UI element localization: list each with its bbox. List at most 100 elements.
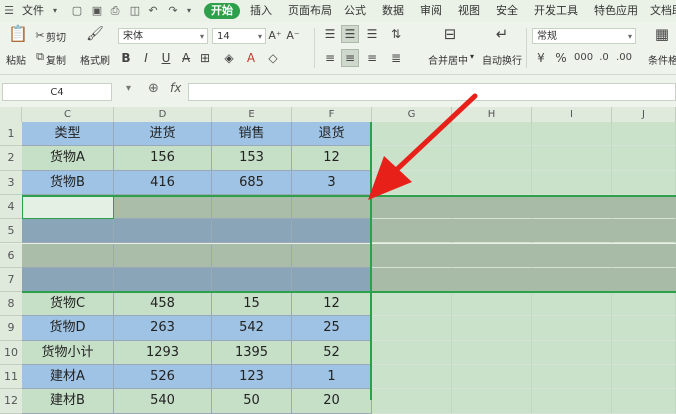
empty-cell[interactable] bbox=[612, 389, 676, 414]
empty-cell[interactable] bbox=[612, 365, 676, 390]
table-cell[interactable]: 货物小计 bbox=[22, 340, 114, 365]
merge-center-button[interactable]: 合并居中 bbox=[428, 52, 468, 67]
underline-button[interactable]: U bbox=[160, 50, 172, 66]
empty-cell[interactable] bbox=[612, 170, 676, 195]
row-header[interactable]: 4 bbox=[0, 194, 22, 220]
empty-cell[interactable] bbox=[532, 389, 612, 414]
tab-security[interactable]: 安全 bbox=[496, 3, 518, 19]
table-cell[interactable]: 建材B bbox=[22, 389, 114, 414]
tab-page-layout[interactable]: 页面布局 bbox=[288, 3, 332, 19]
empty-cell[interactable] bbox=[372, 267, 452, 293]
brush-icon[interactable]: 🖌 bbox=[86, 26, 104, 42]
row-header[interactable]: 10 bbox=[0, 340, 22, 365]
row-header[interactable]: 7 bbox=[0, 267, 22, 293]
empty-cell[interactable] bbox=[452, 389, 532, 414]
redo-icon[interactable]: ↷ bbox=[166, 4, 180, 18]
clear-format-icon[interactable]: ◇ bbox=[266, 50, 280, 66]
empty-cell[interactable] bbox=[532, 316, 612, 341]
empty-cell[interactable] bbox=[532, 122, 612, 147]
row-header[interactable]: 5 bbox=[0, 219, 22, 244]
table-cell[interactable]: 542 bbox=[212, 316, 292, 341]
table-cell[interactable]: 货物C bbox=[22, 292, 114, 317]
save-icon[interactable]: ▣ bbox=[90, 4, 104, 18]
table-cell[interactable]: 50 bbox=[212, 389, 292, 414]
paste-button[interactable]: 粘贴 bbox=[6, 52, 26, 67]
column-header[interactable]: C bbox=[22, 107, 114, 122]
table-cell[interactable]: 1395 bbox=[212, 340, 292, 365]
bold-button[interactable]: B bbox=[120, 50, 132, 66]
table-cell[interactable]: 123 bbox=[212, 365, 292, 390]
table-cell[interactable]: 12 bbox=[292, 292, 372, 317]
font-name-select[interactable]: 宋体 ▾ bbox=[118, 28, 208, 44]
table-cell[interactable] bbox=[22, 243, 114, 268]
print-preview-icon[interactable]: ◫ bbox=[128, 4, 142, 18]
hamburger-icon[interactable]: ☰ bbox=[2, 4, 16, 18]
copy-button[interactable]: 复制 bbox=[46, 52, 66, 67]
row-header[interactable]: 9 bbox=[0, 316, 22, 341]
empty-cell[interactable] bbox=[452, 365, 532, 390]
empty-cell[interactable] bbox=[452, 292, 532, 317]
wrap-text-button[interactable]: 自动换行 bbox=[482, 52, 522, 67]
align-middle-icon[interactable]: ☰ bbox=[342, 26, 358, 42]
select-all-corner[interactable] bbox=[0, 107, 22, 122]
row-header[interactable]: 8 bbox=[0, 292, 22, 317]
increase-font-icon[interactable]: A⁺ bbox=[268, 28, 282, 44]
justify-icon[interactable]: ≣ bbox=[388, 50, 404, 66]
align-left-icon[interactable]: ≡ bbox=[322, 50, 338, 66]
increase-decimal-icon[interactable]: .0 bbox=[596, 50, 612, 66]
table-cell[interactable]: 1 bbox=[292, 365, 372, 390]
empty-cell[interactable] bbox=[452, 340, 532, 365]
empty-cell[interactable] bbox=[532, 146, 612, 171]
empty-cell[interactable] bbox=[612, 219, 676, 244]
table-cell[interactable]: 1293 bbox=[114, 340, 212, 365]
empty-cell[interactable] bbox=[532, 365, 612, 390]
empty-cell[interactable] bbox=[372, 365, 452, 390]
font-size-select[interactable]: 14 ▾ bbox=[212, 28, 266, 44]
empty-cell[interactable] bbox=[372, 243, 452, 268]
empty-cell[interactable] bbox=[612, 267, 676, 293]
table-cell[interactable]: 建材A bbox=[22, 365, 114, 390]
chevron-down-icon[interactable]: ▾ bbox=[182, 4, 196, 18]
table-cell[interactable] bbox=[292, 219, 372, 244]
border-icon[interactable]: ⊞ bbox=[198, 50, 212, 66]
table-cell[interactable]: 货物B bbox=[22, 170, 114, 195]
empty-cell[interactable] bbox=[372, 219, 452, 244]
zoom-icon[interactable]: ⊕ bbox=[148, 81, 159, 96]
table-cell[interactable]: 526 bbox=[114, 365, 212, 390]
chevron-down-icon[interactable]: ▾ bbox=[48, 4, 62, 18]
table-cell[interactable]: 540 bbox=[114, 389, 212, 414]
tab-insert[interactable]: 插入 bbox=[250, 3, 272, 19]
empty-cell[interactable] bbox=[532, 267, 612, 293]
table-cell[interactable]: 156 bbox=[114, 146, 212, 171]
empty-cell[interactable] bbox=[532, 219, 612, 244]
chevron-down-icon[interactable]: ▾ bbox=[126, 83, 131, 94]
align-right-icon[interactable]: ≡ bbox=[364, 50, 380, 66]
tab-home[interactable]: 开始 bbox=[204, 3, 240, 19]
active-cell[interactable] bbox=[22, 194, 114, 220]
table-cell[interactable] bbox=[22, 267, 114, 293]
empty-cell[interactable] bbox=[452, 219, 532, 244]
align-bottom-icon[interactable]: ☰ bbox=[364, 26, 380, 42]
tab-doc-assistant[interactable]: 文档助 bbox=[650, 3, 676, 19]
name-box[interactable]: C4 bbox=[2, 83, 112, 101]
copy-icon[interactable]: ⧉ bbox=[34, 49, 46, 65]
tab-special-apps[interactable]: 特色应用 bbox=[594, 3, 638, 19]
table-cell[interactable] bbox=[292, 243, 372, 268]
table-cell[interactable] bbox=[114, 267, 212, 293]
undo-icon[interactable]: ↶ bbox=[146, 4, 160, 18]
text-direction-icon[interactable]: ⇅ bbox=[388, 26, 404, 42]
chevron-down-icon[interactable]: ▾ bbox=[470, 52, 474, 61]
table-cell[interactable] bbox=[114, 194, 212, 220]
empty-cell[interactable] bbox=[612, 292, 676, 317]
table-cell[interactable]: 685 bbox=[212, 170, 292, 195]
column-header[interactable]: E bbox=[212, 107, 292, 122]
row-header[interactable]: 2 bbox=[0, 146, 22, 171]
empty-cell[interactable] bbox=[372, 316, 452, 341]
empty-cell[interactable] bbox=[532, 340, 612, 365]
table-cell[interactable] bbox=[212, 219, 292, 244]
table-cell[interactable]: 153 bbox=[212, 146, 292, 171]
empty-cell[interactable] bbox=[612, 122, 676, 147]
conditional-format-button[interactable]: 条件格式 bbox=[648, 52, 676, 67]
empty-cell[interactable] bbox=[612, 146, 676, 171]
empty-cell[interactable] bbox=[612, 316, 676, 341]
